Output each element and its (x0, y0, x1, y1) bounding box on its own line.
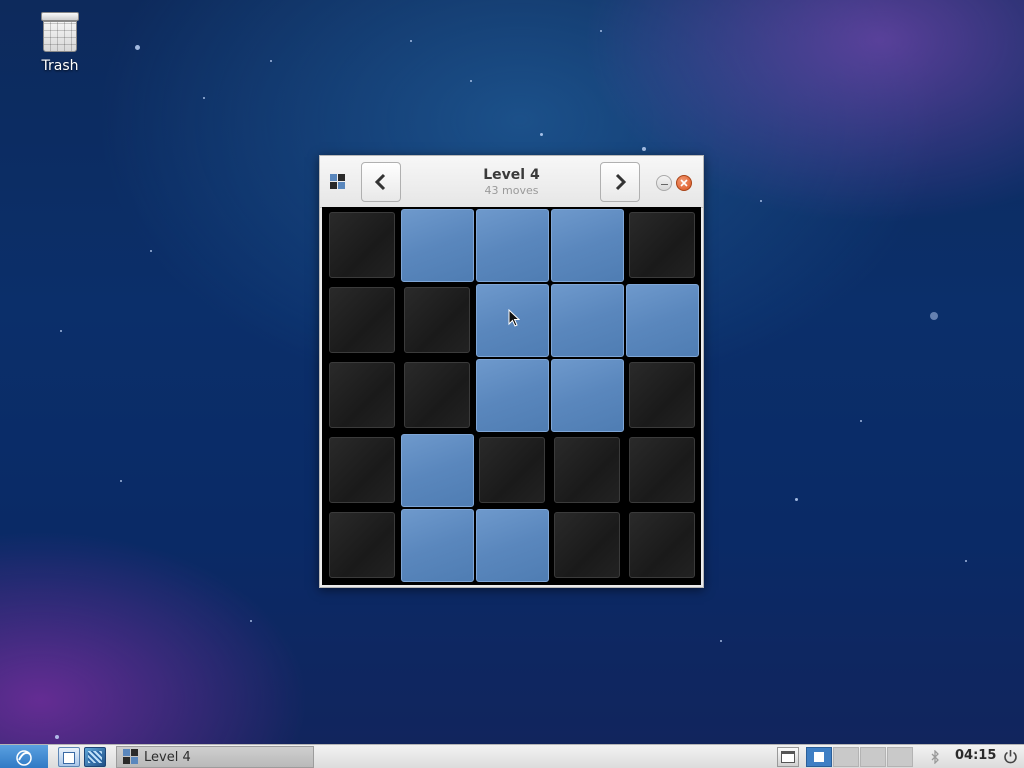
light-tile-r4-c2[interactable] (401, 434, 474, 507)
light-tile-r1-c2[interactable] (401, 209, 474, 282)
light-tile-r1-c3[interactable] (476, 209, 549, 282)
light-tile-r4-c3[interactable] (479, 437, 545, 503)
window-list-icon (781, 751, 795, 763)
lights-off-icon (123, 749, 139, 765)
game-board (322, 207, 701, 585)
desktop-switch-launcher[interactable] (84, 747, 106, 767)
moves-count: 43 moves (484, 184, 539, 197)
workspace-4[interactable] (887, 747, 913, 767)
desktop-icon-label: Trash (41, 58, 79, 74)
light-tile-r1-c1[interactable] (329, 212, 395, 278)
bluetooth-icon[interactable] (930, 750, 940, 764)
mouse-cursor-icon (508, 309, 520, 327)
next-level-button[interactable] (600, 162, 640, 202)
start-menu-icon (16, 750, 32, 766)
workspace-2[interactable] (833, 747, 859, 767)
close-icon (680, 179, 688, 187)
light-tile-r3-c5[interactable] (629, 362, 695, 428)
light-tile-r5-c3[interactable] (476, 509, 549, 582)
desktop-icon-trash[interactable]: Trash (30, 10, 90, 74)
light-tile-r1-c5[interactable] (629, 212, 695, 278)
window-titlebar[interactable]: Level 4 43 moves (320, 156, 703, 208)
power-icon[interactable] (1003, 749, 1018, 764)
light-tile-r2-c4[interactable] (551, 284, 624, 357)
light-tile-r4-c1[interactable] (329, 437, 395, 503)
chevron-right-icon (615, 173, 627, 191)
window-title-block: Level 4 43 moves (410, 166, 613, 198)
window-list-button[interactable] (777, 747, 799, 767)
chevron-left-icon (374, 173, 386, 191)
file-manager-launcher[interactable] (58, 747, 80, 767)
light-tile-r1-c4[interactable] (551, 209, 624, 282)
taskbar: Level 4 04:15 (0, 744, 1024, 768)
workspace-3[interactable] (860, 747, 886, 767)
previous-level-button[interactable] (361, 162, 401, 202)
light-tile-r3-c4[interactable] (551, 359, 624, 432)
light-tile-r3-c1[interactable] (329, 362, 395, 428)
trash-icon (41, 12, 79, 52)
light-tile-r3-c2[interactable] (404, 362, 470, 428)
desktop-switch-icon (88, 751, 102, 763)
level-title: Level 4 (483, 167, 540, 183)
taskbar-item-level-4[interactable]: Level 4 (116, 746, 314, 768)
file-manager-icon (63, 752, 75, 764)
light-tile-r2-c5[interactable] (626, 284, 699, 357)
start-menu-button[interactable] (0, 745, 48, 768)
light-tile-r2-c2[interactable] (404, 287, 470, 353)
light-tile-r5-c2[interactable] (401, 509, 474, 582)
light-tile-r5-c5[interactable] (629, 512, 695, 578)
light-tile-r2-c1[interactable] (329, 287, 395, 353)
lights-off-icon[interactable] (330, 174, 346, 190)
minimize-button[interactable] (656, 175, 672, 191)
light-tile-r5-c4[interactable] (554, 512, 620, 578)
light-tile-r3-c3[interactable] (476, 359, 549, 432)
light-tile-r4-c5[interactable] (629, 437, 695, 503)
game-window: Level 4 43 moves (319, 155, 704, 588)
taskbar-item-label: Level 4 (144, 749, 191, 765)
light-tile-r4-c4[interactable] (554, 437, 620, 503)
close-button[interactable] (676, 175, 692, 191)
light-tile-r5-c1[interactable] (329, 512, 395, 578)
clock[interactable]: 04:15 (955, 748, 996, 763)
workspace-1[interactable] (806, 747, 832, 767)
